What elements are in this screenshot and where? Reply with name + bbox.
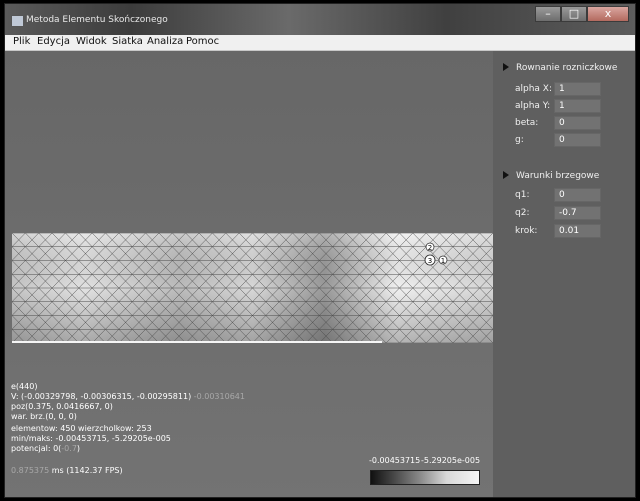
alpha-x-label: alpha X: xyxy=(515,84,553,94)
beta-label: beta: xyxy=(515,118,539,128)
expand-triangle-icon[interactable] xyxy=(503,63,509,71)
window-controls: – □ x xyxy=(535,6,629,23)
node-label-3: 3 xyxy=(428,257,432,265)
node-label-1: 1 xyxy=(441,257,445,265)
potential-close: ) xyxy=(76,444,81,453)
frame-timing: 0.875375 ms (1142.37 FPS) xyxy=(11,466,123,475)
alpha-y-input[interactable]: 1 xyxy=(554,99,601,113)
mesh-counts: elementow: 450 wierzcholkow: 253 xyxy=(11,424,152,433)
section-rownanie[interactable]: Rownanie rozniczkowe xyxy=(503,63,617,73)
krok-input[interactable]: 0.01 xyxy=(554,224,601,238)
section-warunki-title: Warunki brzegowe xyxy=(516,171,600,181)
title-bar[interactable]: Metoda Elementu Skończonego – □ x xyxy=(5,4,635,35)
close-button[interactable]: x xyxy=(587,6,629,22)
element-id: e(440) xyxy=(11,382,38,391)
minimize-button[interactable]: – xyxy=(535,6,561,22)
window-title: Metoda Elementu Skończonego xyxy=(26,15,168,25)
frame-time-value: 0.875375 xyxy=(11,466,50,475)
menu-plik[interactable]: Plik xyxy=(13,36,30,47)
alpha-y-label: alpha Y: xyxy=(515,101,551,111)
colorbar xyxy=(370,470,480,485)
menu-pomoc[interactable]: Pomoc xyxy=(186,36,219,47)
maximize-button[interactable]: □ xyxy=(561,6,587,22)
section-warunki[interactable]: Warunki brzegowe xyxy=(503,171,599,181)
app-window: Metoda Elementu Skończonego – □ x Plik E… xyxy=(4,3,636,498)
g-input[interactable]: 0 xyxy=(554,133,601,147)
expand-triangle-icon[interactable] xyxy=(503,171,509,179)
menu-widok[interactable]: Widok xyxy=(76,36,107,47)
frame-time-rest: ms (1142.37 FPS) xyxy=(51,466,123,475)
menu-siatka[interactable]: Siatka xyxy=(112,36,143,47)
beta-input[interactable]: 0 xyxy=(554,116,601,130)
g-label: g: xyxy=(515,135,524,145)
v-values-extra: -0.00310641 xyxy=(193,392,245,401)
krok-label: krok: xyxy=(515,226,538,236)
q2-label: q2: xyxy=(515,208,530,218)
potential-value: -0.7 xyxy=(61,444,77,453)
boundary-conditions: war. brz.(0, 0, 0) xyxy=(11,412,77,421)
colorbar-max-label: -5.29205e-005 xyxy=(421,456,481,465)
menu-analiza[interactable]: Analiza xyxy=(147,36,183,47)
menu-edycja[interactable]: Edycja xyxy=(37,36,70,47)
properties-panel: Rownanie rozniczkowe alpha X: 1 alpha Y:… xyxy=(493,51,635,497)
fem-mesh[interactable]: 2 3 1 xyxy=(12,233,493,343)
app-icon xyxy=(11,15,24,27)
v-values: V: (-0.00329798, -0.00306315, -0.0029581… xyxy=(11,392,245,401)
alpha-x-input[interactable]: 1 xyxy=(554,82,601,96)
min-max: min/maks: -0.00453715, -5.29205e-005 xyxy=(11,434,171,443)
colorbar-min-label: -0.00453715 xyxy=(369,456,421,465)
q1-input[interactable]: 0 xyxy=(554,188,601,202)
v-values-text: V: (-0.00329798, -0.00306315, -0.0029581… xyxy=(11,392,192,401)
potential: potencjal: 0(-0.7) xyxy=(11,444,80,453)
potential-label: potencjal: 0( xyxy=(11,444,62,453)
section-rownanie-title: Rownanie rozniczkowe xyxy=(516,63,618,73)
q1-label: q1: xyxy=(515,190,530,200)
node-label-2: 2 xyxy=(428,244,432,252)
q2-input[interactable]: -0.7 xyxy=(554,206,601,220)
menu-bar: Plik Edycja Widok Siatka Analiza Pomoc xyxy=(5,35,635,51)
position: poz(0.375, 0.0416667, 0) xyxy=(11,402,113,411)
